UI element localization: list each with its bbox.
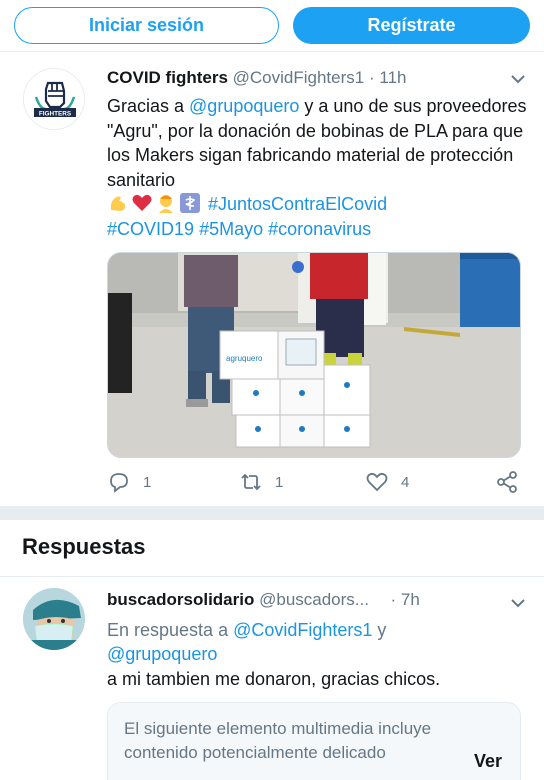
covid-fighters-logo: FIGHTERS	[24, 69, 84, 129]
share-icon[interactable]	[495, 470, 519, 494]
tweet-text-part: Gracias a	[107, 96, 190, 116]
chevron-down-icon[interactable]	[509, 70, 527, 88]
retweet-action[interactable]: 1	[239, 470, 283, 494]
mention-link[interactable]: @CovidFighters1	[233, 620, 372, 640]
share-action[interactable]	[495, 470, 519, 494]
section-divider	[0, 506, 544, 520]
in-reply-to: En respuesta a @CovidFighters1 y @grupoq…	[107, 618, 527, 666]
mention-link[interactable]: @grupoquero	[107, 644, 217, 664]
author-handle[interactable]: @CovidFighters1	[233, 68, 365, 87]
tweet-header: COVID fighters @CovidFighters1 · 11h	[107, 68, 527, 92]
reply-count: 1	[143, 473, 152, 491]
author-name[interactable]: COVID fighters	[107, 68, 228, 87]
tweet-photo[interactable]: agruquero	[107, 252, 521, 458]
heart-icon[interactable]	[365, 470, 389, 494]
tweet-text: Gracias a @grupoquero y a uno de sus pro…	[107, 94, 527, 241]
donation-boxes-photo: agruquero	[108, 253, 520, 457]
mention-link[interactable]: @grupoquero	[189, 96, 299, 116]
hashtag-link[interactable]: #5Mayo	[199, 219, 263, 239]
like-count: 4	[401, 473, 410, 491]
view-button[interactable]: Ver	[474, 751, 502, 772]
tweet-time[interactable]: 11h	[379, 68, 406, 87]
hashtag-link[interactable]: #COVID19	[107, 219, 194, 239]
signup-button[interactable]: Regístrate	[293, 7, 530, 44]
avatar[interactable]	[23, 588, 85, 650]
health-worker-emoji	[159, 195, 173, 213]
separator-dot: ·	[368, 68, 375, 87]
buscadorsolidario-avatar	[23, 588, 85, 650]
retweet-icon[interactable]	[239, 470, 263, 494]
reply-action[interactable]: 1	[107, 470, 151, 494]
in-reply-and: y	[372, 620, 387, 640]
box-label: agruquero	[226, 354, 263, 363]
medical-symbol-emoji	[180, 193, 200, 213]
hashtag-link[interactable]: #JuntosContraElCovid	[208, 194, 387, 214]
replies-heading: Respuestas	[22, 534, 146, 559]
top-bar: Iniciar sesión Regístrate	[0, 0, 544, 52]
separator-dot: ·	[390, 590, 397, 609]
hashtag-link[interactable]: #coronavirus	[268, 219, 371, 239]
red-heart-emoji	[132, 194, 152, 211]
avatar[interactable]: FIGHTERS	[23, 68, 85, 130]
sensitive-media-warning: El siguiente elemento multimedia incluye…	[107, 702, 521, 780]
separator-line	[0, 576, 544, 577]
chevron-down-icon[interactable]	[509, 594, 527, 612]
reply-icon[interactable]	[107, 470, 131, 494]
flexed-biceps-emoji	[110, 196, 126, 211]
like-action[interactable]: 4	[365, 470, 409, 494]
reply-text: a mi tambien me donaron, gracias chicos.	[107, 669, 441, 689]
reply-time[interactable]: 7h	[401, 590, 420, 609]
tweet-actions: 1 1 4	[107, 470, 521, 496]
sensitive-message: El siguiente elemento multimedia incluye…	[124, 719, 432, 762]
avatar-label: FIGHTERS	[39, 110, 72, 117]
author-handle[interactable]: @buscadors...	[259, 590, 369, 609]
in-reply-prefix: En respuesta a	[107, 620, 234, 640]
retweet-count: 1	[275, 473, 284, 491]
author-name[interactable]: buscadorsolidario	[107, 590, 254, 609]
reply-header: buscadorsolidario @buscadors... · 7h	[107, 590, 527, 610]
login-button[interactable]: Iniciar sesión	[14, 7, 279, 44]
